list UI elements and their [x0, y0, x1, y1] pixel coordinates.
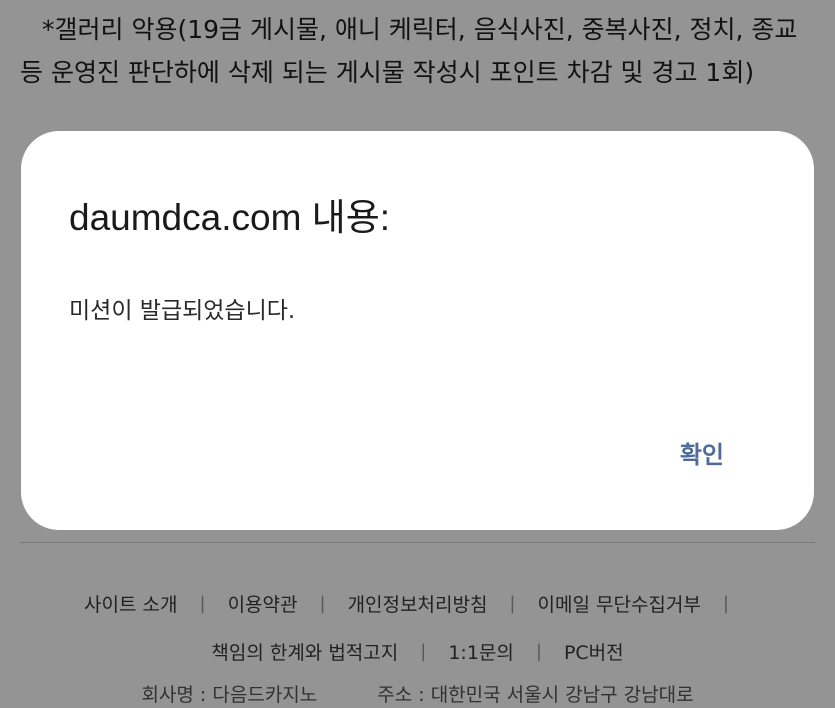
confirm-button[interactable]: 확인	[670, 429, 734, 476]
alert-dialog: daumdca.com 내용: 미션이 발급되었습니다. 확인	[21, 131, 814, 530]
dialog-title: daumdca.com 내용:	[69, 197, 391, 238]
dialog-message: 미션이 발급되었습니다.	[69, 298, 296, 324]
